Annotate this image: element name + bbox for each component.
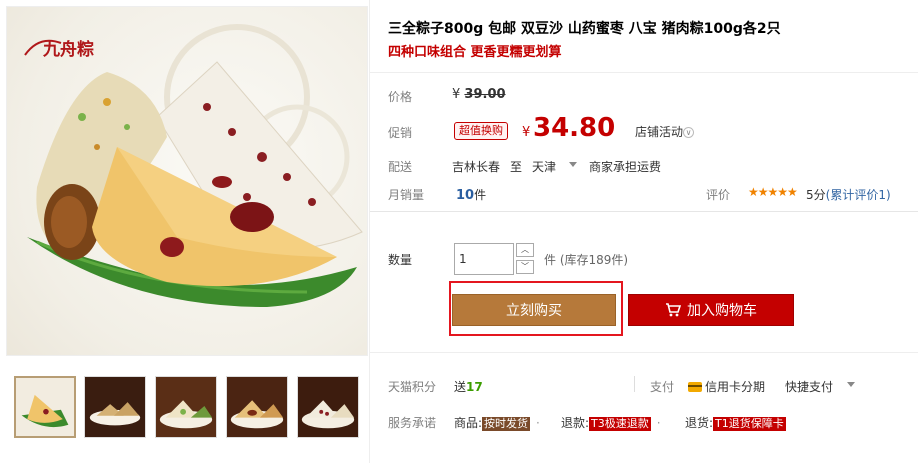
ship-destination: 天津 [532, 160, 557, 174]
promo-price-currency: ¥ [522, 125, 531, 140]
monthly-sales-count: 10 [456, 188, 475, 203]
credit-installment[interactable]: 信用卡分期 [688, 378, 765, 395]
shop-activity-dropdown[interactable]: 店铺活动 ∨ [635, 123, 695, 140]
quantity-stock: 件 (库存189件) [544, 253, 629, 267]
monthly-sales-label: 月销量 [388, 188, 425, 202]
service-tag: T1退货保障卡 [713, 417, 786, 431]
product-details: 三全粽子800g 包邮 双豆沙 山药蜜枣 八宝 猪肉粽100g各2只 四种口味组… [369, 0, 918, 463]
service-item-prefix: 退货: [685, 416, 714, 430]
service-item-prefix: 商品: [454, 416, 483, 430]
credit-installment-label: 信用卡分期 [705, 380, 766, 394]
quantity-decrease-button[interactable]: ﹀ [516, 260, 534, 274]
points-prefix: 送 [454, 380, 467, 394]
points-value: 送17 [454, 378, 483, 395]
thumbnail-5[interactable] [297, 376, 359, 438]
caret-down-icon [847, 382, 856, 391]
ship-to-word: 至 [510, 160, 523, 174]
points-amount: 17 [466, 380, 483, 394]
quick-pay-label: 快捷支付 [785, 380, 834, 394]
product-gallery: 九舟粽 [0, 0, 368, 463]
cart-icon [666, 303, 681, 317]
svg-text:九舟粽: 九舟粽 [42, 39, 94, 60]
star-rating-icon: ★★★★★ [748, 185, 798, 199]
quantity-input[interactable] [454, 243, 514, 275]
service-item-refund[interactable]: 退款: T3极速退款 · [561, 414, 661, 431]
brand-logo: 九舟粽 [21, 29, 119, 65]
rating-count-link[interactable]: (累计评价1) [826, 188, 891, 202]
shipping-label: 配送 [388, 160, 413, 174]
service-item-prefix: 退款: [561, 416, 590, 430]
product-subtitle: 四种口味组合 更香更糯更划算 [388, 45, 562, 60]
product-title: 三全粽子800g 包邮 双豆沙 山药蜜枣 八宝 猪肉粽100g各2只 [388, 21, 781, 37]
ship-from: 吉林长春 [452, 160, 501, 174]
original-price: ¥ 39.00 [452, 87, 506, 102]
separator-dot: · [656, 416, 661, 430]
payment-label: 支付 [650, 380, 675, 394]
section-divider [370, 352, 918, 353]
quantity-label: 数量 [388, 253, 413, 267]
rating-label: 评价 [706, 188, 731, 202]
promo-price: 34.80 [533, 113, 616, 143]
rating-score: 5分 [806, 188, 826, 202]
service-tag: 按时发货 [482, 417, 531, 431]
monthly-sales: 10件 [456, 186, 486, 203]
quick-pay-dropdown[interactable]: 快捷支付 [785, 378, 856, 395]
service-label: 服务承诺 [388, 416, 437, 430]
price-label: 价格 [388, 90, 413, 104]
thumbnail-1[interactable] [14, 376, 76, 438]
shop-activity-label: 店铺活动 [635, 125, 684, 139]
chevron-down-icon: ∨ [683, 127, 695, 138]
ship-fee: 商家承担运费 [589, 160, 662, 174]
price-panel: 价格 ¥ 39.00 促销 超值换购 ¥ 34.80 店铺活动 ∨ 配送 吉林长春… [370, 72, 918, 212]
ship-destination-select[interactable]: 天津 [532, 160, 589, 174]
thumbnail-4[interactable] [226, 376, 288, 438]
quantity-increase-button[interactable]: ︿ [516, 243, 534, 257]
credit-card-icon [688, 382, 702, 392]
original-price-value: 39.00 [464, 87, 506, 102]
thumbnail-3[interactable] [155, 376, 217, 438]
original-price-currency: ¥ [452, 87, 461, 102]
monthly-sales-unit: 件 [474, 188, 487, 202]
separator-dot: · [536, 416, 540, 430]
thumbnail-2[interactable] [84, 376, 146, 438]
promo-tag: 超值换购 [454, 122, 508, 140]
add-to-cart-label: 加入购物车 [687, 303, 757, 319]
payment-separator [634, 376, 635, 392]
thumbnail-strip [14, 376, 368, 438]
shipping-info: 吉林长春至天津 商家承担运费 [452, 158, 671, 175]
promo-label: 促销 [388, 126, 413, 140]
add-to-cart-button[interactable]: 加入购物车 [628, 294, 794, 326]
points-label: 天猫积分 [388, 380, 437, 394]
buy-now-button[interactable]: 立刻购买 [452, 294, 616, 326]
rating-summary: 5分(累计评价1) [806, 186, 891, 203]
caret-down-icon [569, 162, 578, 171]
service-tag: T3极速退款 [589, 417, 651, 431]
main-product-image[interactable]: 九舟粽 [6, 6, 368, 356]
service-item-return[interactable]: 退货: T1退货保障卡 [685, 414, 786, 431]
service-item-delivery[interactable]: 商品: 按时发货 · [454, 414, 540, 431]
